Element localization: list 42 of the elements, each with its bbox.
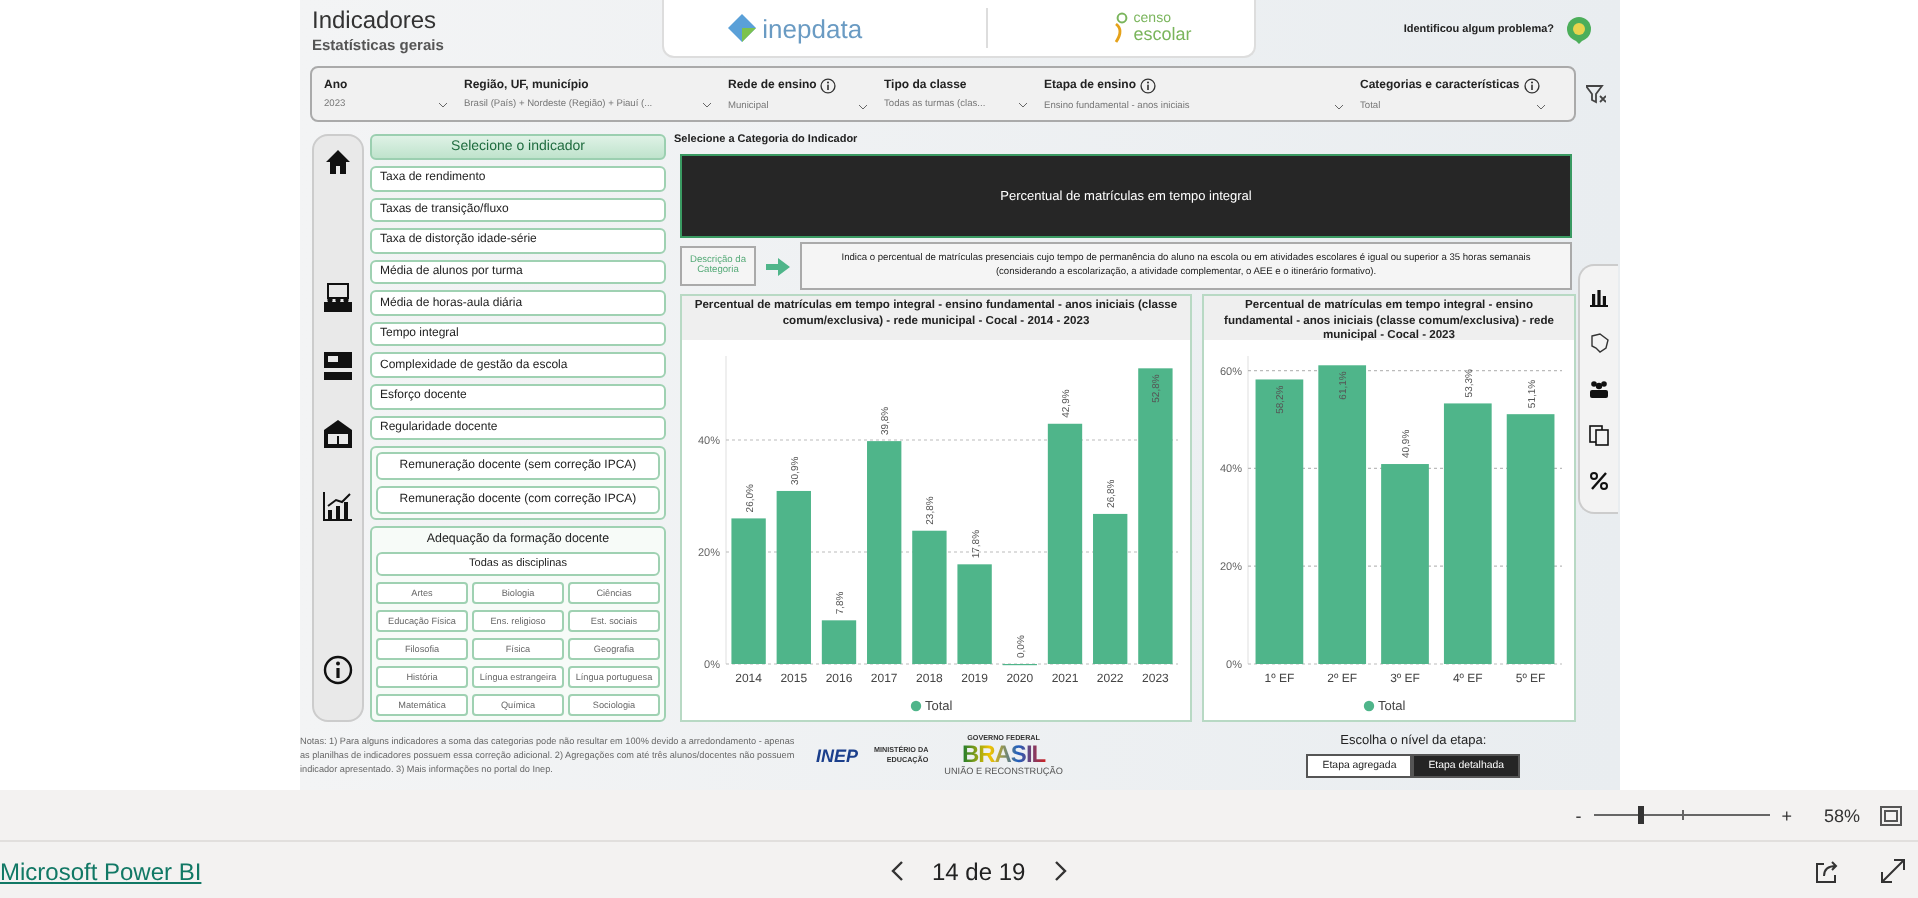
page-indicator: 14 de 19 <box>932 857 1026 885</box>
bar-chart-icon[interactable] <box>1588 286 1610 308</box>
chevron-icon[interactable] <box>1018 101 1028 107</box>
bar <box>912 530 947 664</box>
inep-logo: INEP <box>816 745 859 765</box>
diamond-logo-icon <box>726 12 759 44</box>
info-icon[interactable] <box>1523 77 1540 93</box>
previous-page-icon[interactable] <box>890 860 904 882</box>
arrow-icon <box>766 257 790 275</box>
info-icon[interactable] <box>322 654 354 686</box>
brasil-logo: BRASIL <box>961 742 1046 766</box>
home-icon[interactable] <box>322 146 354 178</box>
chevron-icon[interactable] <box>1536 103 1546 109</box>
chevron-icon[interactable] <box>1334 103 1344 109</box>
zoom-out-button[interactable]: - <box>1575 805 1582 825</box>
power-bi-link[interactable]: Microsoft Power BI <box>0 857 890 885</box>
growth-chart-icon[interactable] <box>322 490 354 522</box>
zoom-reading: 58% <box>1824 805 1863 825</box>
bar <box>821 620 857 664</box>
leaf-logo-icon <box>1113 12 1130 44</box>
inepdata-logo: inepdata <box>762 13 863 43</box>
percent-icon[interactable] <box>1588 470 1610 492</box>
chevron-icon[interactable] <box>438 101 448 107</box>
filter-icon[interactable] <box>1586 84 1606 104</box>
classroom-icon[interactable] <box>322 282 354 314</box>
next-page-icon[interactable] <box>1053 860 1068 882</box>
documents-icon[interactable] <box>1588 424 1610 446</box>
school-book-icon[interactable] <box>322 418 354 450</box>
zoom-in-button[interactable]: + <box>1781 805 1792 825</box>
fullscreen-icon[interactable] <box>1880 858 1906 884</box>
share-icon[interactable] <box>1814 858 1840 884</box>
info-icon[interactable] <box>820 77 837 93</box>
fit-page-icon[interactable] <box>1880 805 1902 825</box>
chevron-icon[interactable] <box>858 103 868 109</box>
bar <box>957 564 992 664</box>
zoom-thumb[interactable] <box>1637 806 1644 824</box>
people-icon[interactable] <box>1588 378 1610 400</box>
info-icon[interactable] <box>1140 77 1157 93</box>
map-icon[interactable] <box>1588 332 1610 354</box>
report-title: Indicadores <box>312 6 439 34</box>
teacher-board-icon[interactable] <box>322 350 354 382</box>
chevron-icon[interactable] <box>702 101 712 107</box>
